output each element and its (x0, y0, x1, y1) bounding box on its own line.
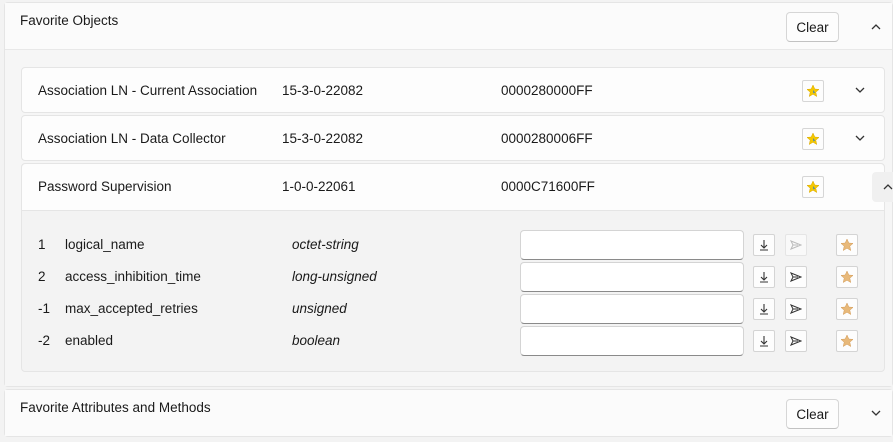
read-download-icon[interactable] (753, 330, 775, 352)
attribute-type: long-unsigned (292, 269, 377, 284)
attribute-type: boolean (292, 333, 341, 348)
collapse-object-icon[interactable] (872, 172, 893, 202)
read-download-icon[interactable] (753, 266, 775, 288)
attribute-name: logical_name (65, 237, 145, 252)
attribute-star-icon[interactable] (836, 330, 858, 352)
write-send-icon[interactable] (785, 234, 807, 256)
attribute-value-input[interactable] (520, 262, 744, 292)
favorite-objects-title: Favorite Objects (20, 13, 119, 28)
object-class-id: 15-3-0-22082 (282, 83, 364, 98)
favorite-attributes-header: Favorite Attributes and Methods Clear (5, 390, 892, 436)
favorite-object-row[interactable]: Association LN - Data Collector 15-3-0-2… (21, 115, 885, 161)
read-download-icon[interactable] (753, 234, 775, 256)
expand-object-icon[interactable] (846, 124, 874, 152)
attribute-type: unsigned (292, 301, 347, 316)
clear-favorite-attributes-button[interactable]: Clear (786, 399, 839, 429)
favorite-attributes-title: Favorite Attributes and Methods (20, 400, 211, 415)
favorite-objects-section: Favorite Objects Clear Association LN - … (4, 2, 893, 387)
attribute-name: max_accepted_retries (65, 301, 198, 316)
favorite-object-row[interactable]: Association LN - Current Association 15-… (21, 67, 885, 113)
attribute-row: 1 logical_name octet-string (22, 230, 884, 268)
attribute-row: -2 enabled boolean (22, 326, 884, 364)
expanded-object-panel: Password Supervision 1-0-0-22061 0000C71… (21, 163, 893, 372)
attribute-value-input[interactable] (520, 326, 744, 356)
write-send-icon[interactable] (785, 330, 807, 352)
attribute-star-icon[interactable] (836, 298, 858, 320)
attribute-index: 2 (38, 269, 46, 284)
attribute-value-input[interactable] (520, 294, 744, 324)
expand-object-icon[interactable] (846, 76, 874, 104)
favorite-star-icon[interactable] (802, 128, 824, 150)
object-name: Association LN - Current Association (38, 83, 258, 98)
attribute-name: access_inhibition_time (65, 269, 201, 284)
attribute-index: -1 (38, 301, 51, 316)
object-obis: 0000280006FF (501, 131, 593, 146)
object-class-id: 15-3-0-22082 (282, 131, 364, 146)
attribute-row: 2 access_inhibition_time long-unsigned (22, 262, 884, 300)
attribute-name: enabled (65, 333, 114, 348)
clear-favorite-objects-button[interactable]: Clear (786, 12, 839, 42)
write-send-icon[interactable] (785, 266, 807, 288)
object-name: Password Supervision (38, 179, 172, 194)
read-download-icon[interactable] (753, 298, 775, 320)
object-obis: 0000280000FF (501, 83, 593, 98)
object-name: Association LN - Data Collector (38, 131, 226, 146)
write-send-icon[interactable] (785, 298, 807, 320)
attribute-index: -2 (38, 333, 51, 348)
attribute-index: 1 (38, 237, 46, 252)
favorite-objects-header: Favorite Objects Clear (5, 3, 892, 50)
favorite-objects-list: Association LN - Current Association 15-… (5, 50, 893, 386)
favorite-attributes-section: Favorite Attributes and Methods Clear (4, 389, 893, 437)
object-class-id: 1-0-0-22061 (282, 179, 356, 194)
attribute-type: octet-string (292, 237, 359, 252)
favorite-star-icon[interactable] (802, 176, 824, 198)
object-obis: 0000C71600FF (501, 179, 595, 194)
attribute-star-icon[interactable] (836, 266, 858, 288)
collapse-favorite-objects-icon[interactable] (862, 13, 890, 41)
expand-favorite-attributes-icon[interactable] (862, 399, 890, 427)
expanded-object-header[interactable]: Password Supervision 1-0-0-22061 0000C71… (22, 164, 893, 211)
attribute-star-icon[interactable] (836, 234, 858, 256)
attribute-row: -1 max_accepted_retries unsigned (22, 294, 884, 332)
favorite-star-icon[interactable] (802, 80, 824, 102)
attribute-value-input[interactable] (520, 230, 744, 260)
